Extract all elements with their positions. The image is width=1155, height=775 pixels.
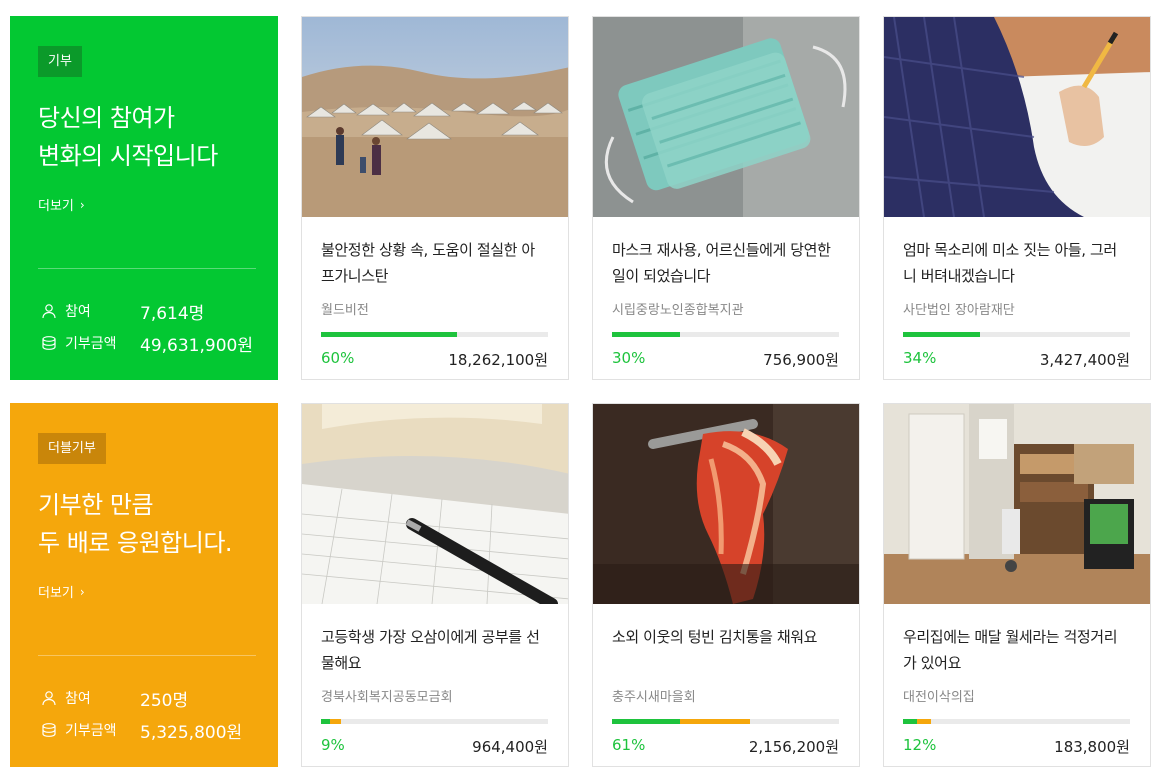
double-donate-tag: 더블기부 <box>38 433 106 464</box>
campaign-organization: 사단법인 장아람재단 <box>903 303 1015 318</box>
raised-amount: 183,800원 <box>1054 738 1130 756</box>
coins-icon <box>38 334 60 352</box>
donate-tag: 기부 <box>38 46 82 77</box>
campaign-card[interactable]: 소외 이웃의 텅빈 김치통을 채워요 충주시새마을회 61% 2,156,200… <box>592 403 860 767</box>
raised-amount: 756,900원 <box>763 351 839 369</box>
raised-amount: 3,427,400원 <box>1039 351 1130 369</box>
progress-bar <box>321 332 548 337</box>
progress-bar <box>903 332 1130 337</box>
progress-percent: 30% <box>612 349 646 367</box>
progress-fill <box>903 332 980 337</box>
campaign-title: 우리집에는 매달 월세라는 걱정거리가 있어요 <box>903 628 1118 672</box>
coins-icon <box>38 721 60 739</box>
progress-bar <box>612 719 839 724</box>
double-donate-participants-row: 참여 250명 <box>38 682 256 714</box>
double-donate-more-label: 더보기 <box>38 586 74 601</box>
progress-fill <box>612 719 680 724</box>
campaign-image <box>302 404 568 604</box>
campaign-image <box>884 17 1150 217</box>
donate-stats: 참여 7,614명 기부금액 49,631,900원 <box>38 268 256 380</box>
campaign-image <box>884 404 1150 604</box>
donate-headline: 당신의 참여가 변화의 시작입니다 <box>38 104 218 170</box>
progress-fill <box>321 719 330 724</box>
campaign-organization: 대전이삭의집 <box>903 690 975 705</box>
progress-percent: 60% <box>321 349 355 367</box>
progress-fill <box>903 719 917 724</box>
campaign-organization: 시립중랑노인종합복지관 <box>612 303 744 318</box>
participants-value: 7,614명 <box>140 303 205 324</box>
participants-label: 참여 <box>65 304 91 320</box>
campaign-organization: 경북사회복지공동모금회 <box>321 690 453 705</box>
double-donate-headline: 기부한 만큼 두 배로 응원합니다. <box>38 491 233 557</box>
campaign-image <box>593 17 859 217</box>
campaign-image <box>302 17 568 217</box>
progress-percent: 9% <box>321 736 345 754</box>
progress-fill <box>612 332 680 337</box>
double-donate-feature-panel[interactable]: 더블기부 기부한 만큼 두 배로 응원합니다. 더보기 › 참여 250명 기부… <box>10 403 278 767</box>
participants-label: 참여 <box>65 691 91 707</box>
raised-amount: 18,262,100원 <box>448 351 548 369</box>
progress-fill <box>321 332 457 337</box>
person-icon <box>38 302 60 320</box>
chevron-right-icon: › <box>79 584 85 599</box>
double-progress-fill <box>680 719 750 724</box>
campaign-card[interactable]: 우리집에는 매달 월세라는 걱정거리가 있어요 대전이삭의집 12% 183,8… <box>883 403 1151 767</box>
raised-amount: 964,400원 <box>472 738 548 756</box>
donation-grid: 기부 당신의 참여가 변화의 시작입니다 더보기 › 참여 7,614명 기부금… <box>0 0 1155 775</box>
progress-bar <box>903 719 1130 724</box>
raised-amount: 2,156,200원 <box>748 738 839 756</box>
amount-value: 49,631,900원 <box>140 335 253 356</box>
amount-label: 기부금액 <box>65 336 117 352</box>
donate-feature-panel[interactable]: 기부 당신의 참여가 변화의 시작입니다 더보기 › 참여 7,614명 기부금… <box>10 16 278 380</box>
campaign-card[interactable]: 고등학생 가장 오삼이에게 공부를 선물해요 경북사회복지공동모금회 9% 96… <box>301 403 569 767</box>
chevron-right-icon: › <box>79 197 85 212</box>
campaign-image <box>593 404 859 604</box>
amount-label: 기부금액 <box>65 723 117 739</box>
campaign-title: 소외 이웃의 텅빈 김치통을 채워요 <box>612 628 818 646</box>
campaign-card[interactable]: 불안정한 상황 속, 도움이 절실한 아프가니스탄 월드비전 60% 18,26… <box>301 16 569 380</box>
double-progress-fill <box>330 719 341 724</box>
campaign-title: 고등학생 가장 오삼이에게 공부를 선물해요 <box>321 628 540 672</box>
double-donate-amount-row: 기부금액 5,325,800원 <box>38 714 256 746</box>
campaign-title: 엄마 목소리에 미소 짓는 아들, 그러니 버텨내겠습니다 <box>903 241 1117 285</box>
donate-more-label: 더보기 <box>38 199 74 214</box>
progress-percent: 34% <box>903 349 937 367</box>
amount-value: 5,325,800원 <box>140 722 243 743</box>
progress-bar <box>321 719 548 724</box>
progress-percent: 12% <box>903 736 937 754</box>
participants-value: 250명 <box>140 690 189 711</box>
donate-more-link[interactable]: 더보기 › <box>38 195 85 215</box>
double-donate-stats: 참여 250명 기부금액 5,325,800원 <box>38 655 256 767</box>
progress-bar <box>612 332 839 337</box>
campaign-card[interactable]: 엄마 목소리에 미소 짓는 아들, 그러니 버텨내겠습니다 사단법인 장아람재단… <box>883 16 1151 380</box>
person-icon <box>38 689 60 707</box>
double-progress-fill <box>917 719 931 724</box>
campaign-title: 불안정한 상황 속, 도움이 절실한 아프가니스탄 <box>321 241 535 285</box>
progress-percent: 61% <box>612 736 646 754</box>
campaign-card[interactable]: 마스크 재사용, 어르신들에게 당연한 일이 되었습니다 시립중랑노인종합복지관… <box>592 16 860 380</box>
campaign-organization: 월드비전 <box>321 303 369 318</box>
donate-amount-row: 기부금액 49,631,900원 <box>38 327 256 359</box>
double-donate-more-link[interactable]: 더보기 › <box>38 582 85 602</box>
campaign-title: 마스크 재사용, 어르신들에게 당연한 일이 되었습니다 <box>612 241 831 285</box>
campaign-organization: 충주시새마을회 <box>612 690 696 705</box>
donate-participants-row: 참여 7,614명 <box>38 295 256 327</box>
